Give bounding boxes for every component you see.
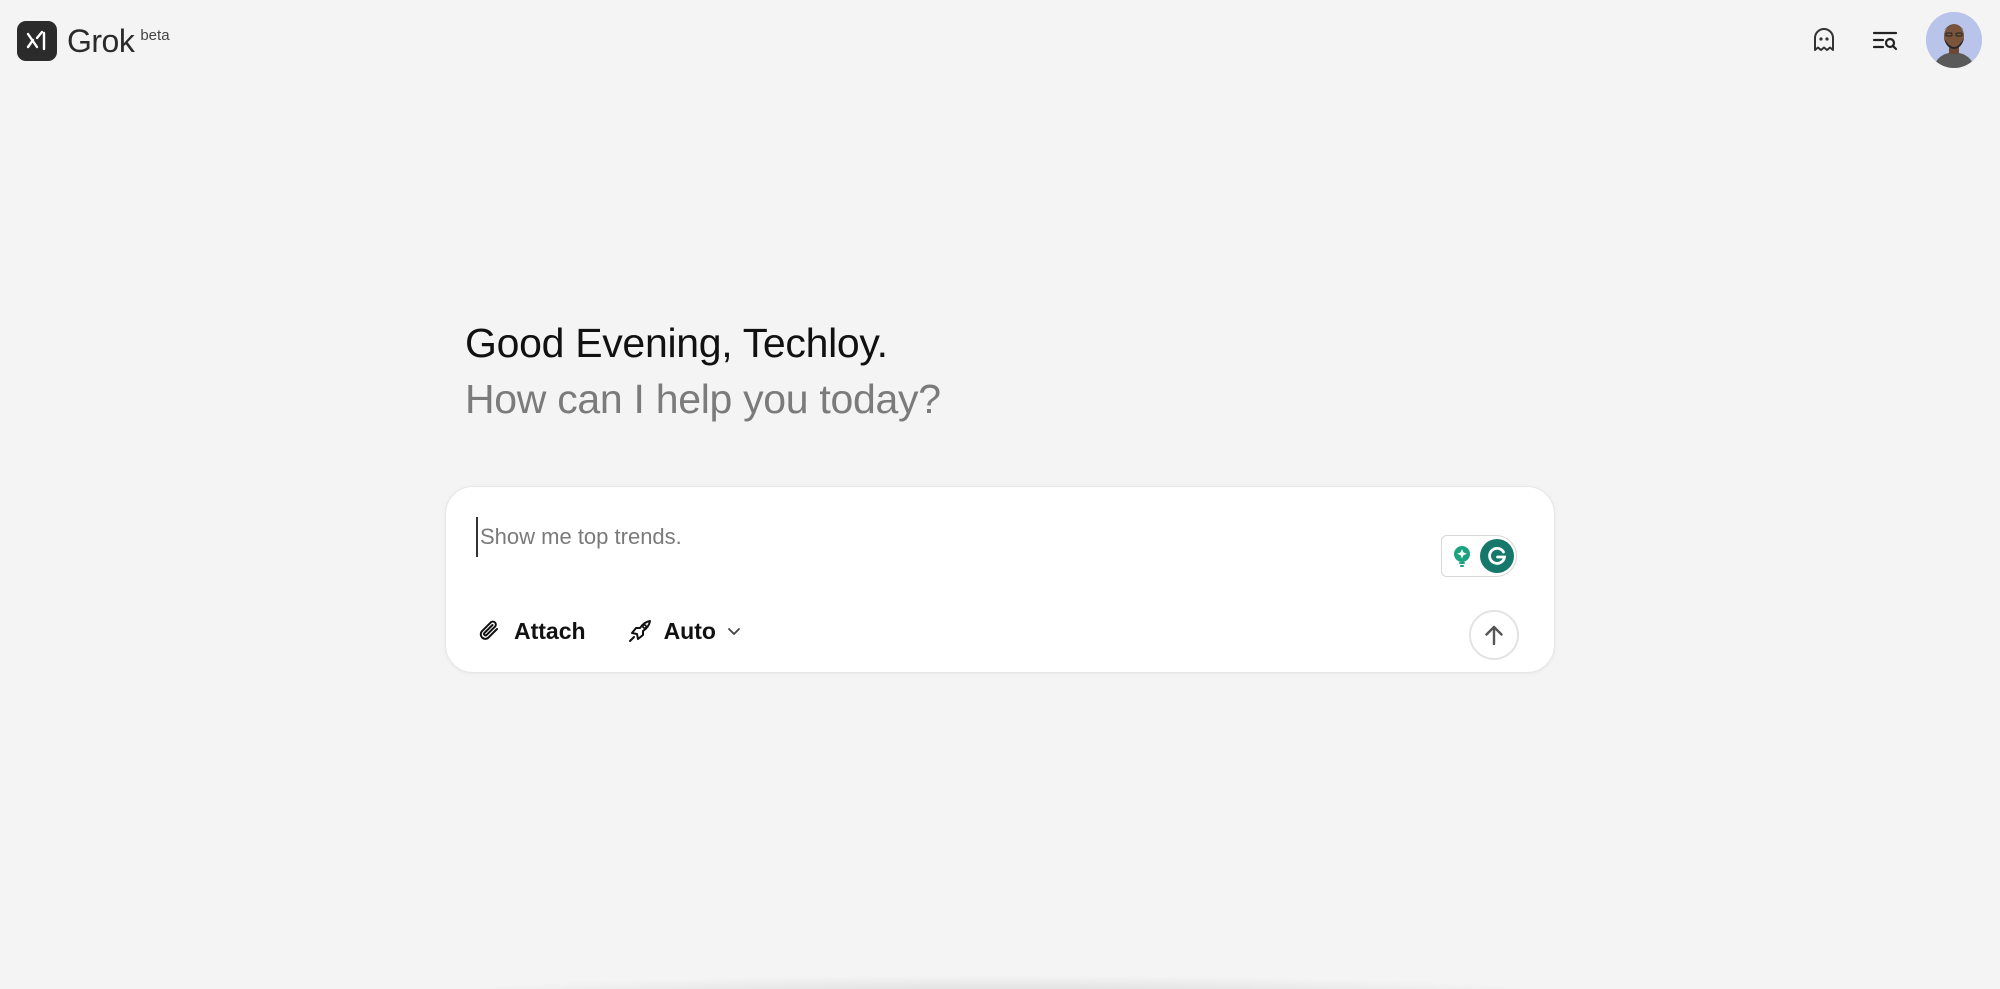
greeting-subtitle: How can I help you today?: [465, 376, 941, 422]
ghost-icon: [1814, 28, 1834, 51]
grammarly-widget[interactable]: [1441, 535, 1517, 577]
header-actions: [1804, 12, 1982, 68]
chat-history-button[interactable]: [1865, 20, 1905, 60]
send-button[interactable]: [1469, 610, 1519, 660]
app-name: Grok: [67, 23, 135, 59]
lightbulb-icon: [1454, 546, 1470, 567]
user-avatar[interactable]: [1926, 12, 1982, 68]
app-logo[interactable]: Grok beta: [17, 21, 170, 61]
paperclip-icon: [479, 620, 498, 640]
mode-selector[interactable]: Auto: [626, 617, 742, 645]
chevron-down-icon: [726, 623, 742, 639]
attach-label: Attach: [514, 617, 586, 644]
bottom-fade: [410, 975, 1590, 989]
greeting: Good Evening, Techloy. How can I help yo…: [465, 316, 941, 428]
grok-home-page: Grok beta Good Evening, Techloy. How can…: [0, 0, 2000, 989]
arrow-up-icon: [1485, 625, 1503, 646]
mode-label: Auto: [663, 617, 716, 644]
composer-toolbar: Attach Auto: [476, 617, 782, 645]
attach-button[interactable]: Attach: [476, 617, 586, 645]
grok-logo-icon: [17, 21, 57, 61]
search-history-icon: [1872, 31, 1898, 51]
prompt-composer: Attach Auto: [445, 486, 1555, 673]
beta-badge: beta: [140, 27, 170, 44]
grammarly-logo-icon: [1480, 539, 1514, 573]
rocket-icon: [628, 620, 651, 642]
greeting-title: Good Evening, Techloy.: [465, 320, 888, 366]
prompt-input[interactable]: [476, 517, 1376, 557]
private-chat-button[interactable]: [1804, 20, 1844, 60]
